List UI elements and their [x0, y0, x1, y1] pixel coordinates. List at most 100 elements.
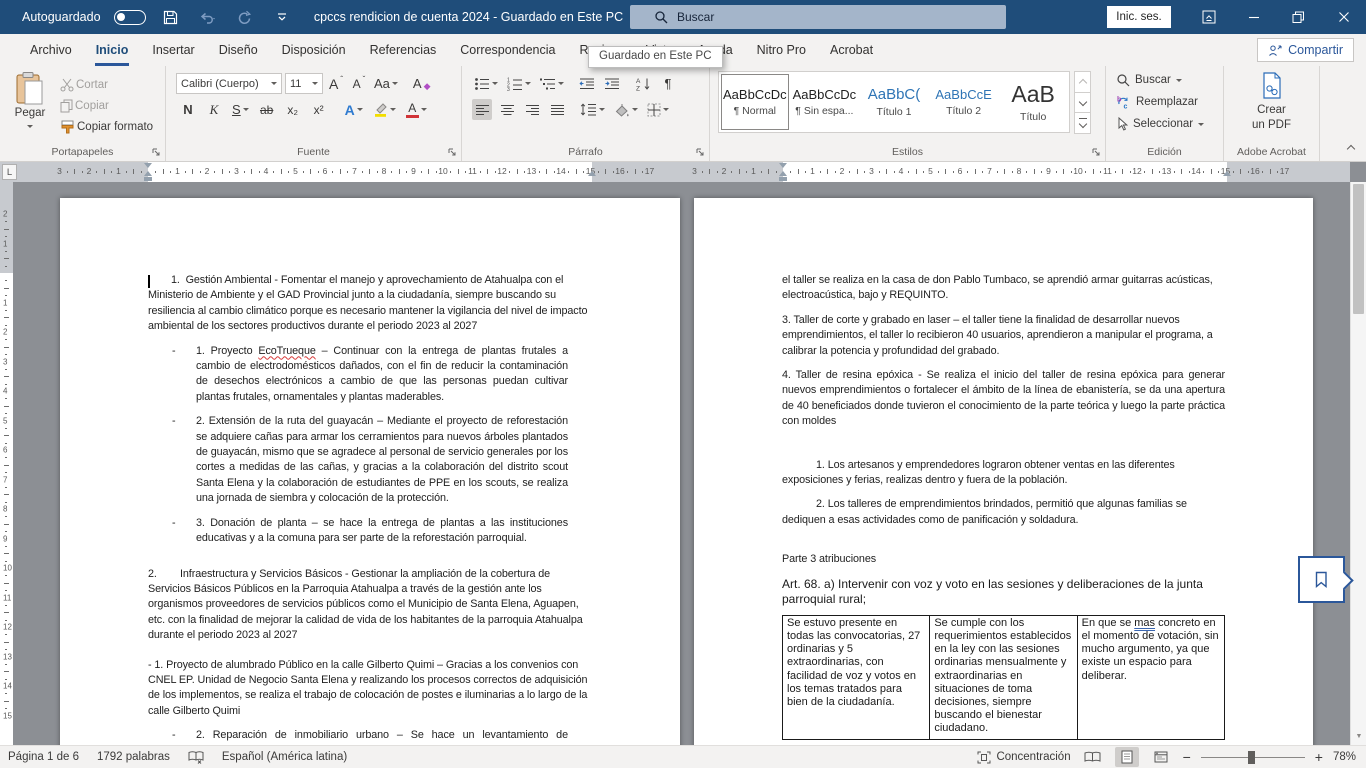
bullets-button[interactable]: [472, 73, 500, 94]
document-title[interactable]: cpccs rendicion de cuenta 2024 - Guardad…: [310, 0, 640, 34]
create-pdf-button[interactable]: Crear un PDF: [1224, 72, 1319, 133]
quick-access-toolbar-chevron[interactable]: [270, 5, 294, 29]
collapse-ribbon-button[interactable]: [1348, 143, 1354, 155]
print-layout-button[interactable]: [1115, 747, 1139, 767]
highlight-color-button[interactable]: [371, 99, 398, 120]
align-right-button[interactable]: [522, 99, 542, 120]
clear-formatting-button[interactable]: A◆: [411, 73, 433, 94]
styles-scroll-up-button[interactable]: [1074, 71, 1091, 93]
tab-correspondencia[interactable]: Correspondencia: [448, 34, 567, 66]
numbering-button[interactable]: 123: [505, 73, 533, 94]
tab-archivo[interactable]: Archivo: [18, 34, 84, 66]
restore-button[interactable]: [1276, 0, 1321, 34]
list-item[interactable]: - 1. Proyecto EcoTrueque – Continuar con…: [172, 344, 568, 406]
styles-more-button[interactable]: [1074, 112, 1091, 134]
horizontal-ruler[interactable]: 3211234567891011121314151617321123456789…: [0, 162, 1350, 182]
styles-scroll-down-button[interactable]: [1074, 92, 1091, 114]
search-input[interactable]: Buscar: [630, 5, 1006, 29]
replace-button[interactable]: bc Reemplazar: [1116, 95, 1198, 109]
list-item[interactable]: - 2. Reparación de inmobiliario urbano –…: [172, 728, 568, 745]
read-mode-button[interactable]: [1081, 747, 1105, 767]
zoom-slider-thumb[interactable]: [1248, 751, 1255, 764]
select-button[interactable]: Seleccionar: [1116, 117, 1204, 131]
cut-button[interactable]: Cortar: [58, 74, 155, 95]
list-item[interactable]: - 3. Donación de planta – se hace la ent…: [172, 516, 568, 547]
format-painter-button[interactable]: Copiar formato: [58, 116, 155, 137]
save-button[interactable]: [159, 5, 183, 29]
document-page-2[interactable]: el taller se realiza en la casa de don P…: [694, 198, 1313, 745]
vertical-scrollbar[interactable]: ▲ ▼: [1350, 182, 1366, 745]
page-number-indicator[interactable]: Página 1 de 6: [8, 751, 79, 763]
shading-button[interactable]: [612, 99, 640, 120]
tab-diseno[interactable]: Diseño: [207, 34, 270, 66]
font-size-select[interactable]: 11: [285, 73, 323, 94]
find-button[interactable]: Buscar: [1116, 73, 1182, 87]
paragraph[interactable]: 2. Los talleres de emprendimientos brind…: [782, 497, 1225, 528]
paste-button[interactable]: Pegar: [6, 71, 54, 131]
style-card-titulo-2[interactable]: AaBbCcE Título 2: [930, 74, 998, 130]
ribbon-display-options-button[interactable]: [1186, 0, 1231, 34]
style-card-sin-espaciado[interactable]: AaBbCcDc ¶ Sin espa...: [791, 74, 859, 130]
autosave-toggle[interactable]: [114, 10, 146, 25]
scroll-down-button[interactable]: ▼: [1351, 728, 1366, 745]
paragraph[interactable]: - 1. Proyecto de alumbrado Público en la…: [148, 658, 592, 720]
focus-mode-button[interactable]: Concentración: [977, 751, 1070, 764]
copy-button[interactable]: Copiar: [58, 95, 155, 116]
change-case-button[interactable]: Aa: [372, 73, 400, 94]
decrease-indent-button[interactable]: [577, 73, 597, 94]
paragraph[interactable]: Art. 68. a) Intervenir con voz y voto en…: [782, 577, 1225, 607]
minimize-button[interactable]: [1231, 0, 1276, 34]
show-paragraph-marks-button[interactable]: ¶: [658, 73, 678, 94]
style-card-normal[interactable]: AaBbCcDc ¶ Normal: [721, 74, 789, 130]
text-effects-button[interactable]: A: [343, 99, 365, 120]
tab-inicio[interactable]: Inicio: [84, 34, 141, 66]
list-item[interactable]: - 2. Extensión de la ruta del guayacán –…: [172, 414, 568, 506]
word-count-indicator[interactable]: 1792 palabras: [97, 751, 170, 763]
superscript-button[interactable]: x²: [309, 99, 329, 120]
multilevel-list-button[interactable]: [538, 73, 566, 94]
undo-button[interactable]: [196, 5, 220, 29]
sort-button[interactable]: AZ: [633, 73, 653, 94]
web-layout-button[interactable]: [1149, 747, 1173, 767]
tab-acrobat[interactable]: Acrobat: [818, 34, 885, 66]
paragraph[interactable]: 1. Gestión Ambiental - Fomentar el manej…: [148, 273, 592, 335]
increase-indent-button[interactable]: [602, 73, 622, 94]
strikethrough-button[interactable]: ab: [257, 99, 277, 120]
zoom-level-indicator[interactable]: 78%: [1333, 751, 1356, 763]
paragraph[interactable]: 2. Infraestructura y Servicios Básicos -…: [148, 567, 592, 644]
close-button[interactable]: [1321, 0, 1366, 34]
underline-button[interactable]: S: [230, 99, 251, 120]
vertical-ruler[interactable]: 21123456789101112131415: [0, 182, 13, 745]
scrollbar-thumb[interactable]: [1353, 184, 1364, 314]
dialog-launcher-icon[interactable]: [447, 147, 457, 157]
font-color-button[interactable]: A: [404, 99, 429, 120]
line-spacing-button[interactable]: [578, 99, 607, 120]
dialog-launcher-icon[interactable]: [695, 147, 705, 157]
zoom-slider[interactable]: [1201, 750, 1305, 764]
subscript-button[interactable]: x₂: [283, 99, 303, 120]
style-card-titulo-1[interactable]: AaBbC( Título 1: [860, 74, 928, 130]
paragraph[interactable]: 4. Taller de resina epóxica - Se realiza…: [782, 368, 1225, 430]
zoom-out-button[interactable]: −: [1183, 749, 1191, 765]
dialog-launcher-icon[interactable]: [151, 147, 161, 157]
share-button[interactable]: Compartir: [1257, 38, 1354, 62]
paragraph[interactable]: el taller se realiza en la casa de don P…: [782, 273, 1225, 304]
style-card-titulo[interactable]: AaB Título: [999, 74, 1067, 130]
redo-button[interactable]: [233, 5, 257, 29]
tab-insertar[interactable]: Insertar: [140, 34, 206, 66]
paragraph[interactable]: Parte 3 atribuciones: [782, 552, 1225, 567]
signin-button[interactable]: Inic. ses.: [1107, 6, 1171, 28]
paragraph[interactable]: 3. Taller de corte y grabado en laser – …: [782, 313, 1225, 359]
tab-stop-selector[interactable]: L: [2, 164, 17, 180]
tab-referencias[interactable]: Referencias: [358, 34, 449, 66]
align-left-button[interactable]: [472, 99, 492, 120]
font-family-select[interactable]: Calibri (Cuerpo): [176, 73, 282, 94]
document-page-1[interactable]: 1. Gestión Ambiental - Fomentar el manej…: [60, 198, 680, 745]
tab-disposicion[interactable]: Disposición: [270, 34, 358, 66]
bold-button[interactable]: N: [178, 99, 198, 120]
language-indicator[interactable]: Español (América latina): [222, 751, 347, 763]
borders-button[interactable]: [645, 99, 671, 120]
grow-font-button[interactable]: Aˆ: [326, 73, 346, 94]
zoom-in-button[interactable]: +: [1315, 749, 1323, 765]
resume-reading-bookmark[interactable]: [1298, 556, 1345, 603]
